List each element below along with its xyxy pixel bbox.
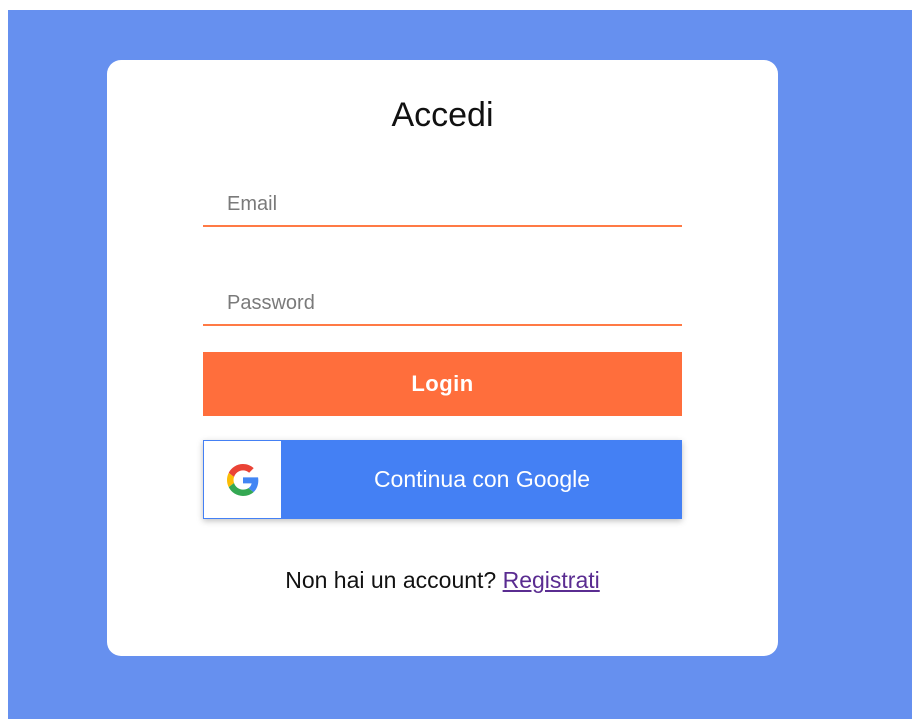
email-field[interactable] [203,183,682,227]
page-background: Accedi Login Continua con Google Non hai… [8,10,912,719]
google-signin-button[interactable]: Continua con Google [203,440,682,519]
signup-prompt: Non hai un account? Registrati [107,567,778,594]
google-g-icon [226,463,258,496]
page-title: Accedi [391,96,494,134]
register-link[interactable]: Registrati [503,567,600,593]
login-card: Accedi Login Continua con Google Non hai… [107,60,778,656]
google-icon-container [204,441,281,518]
google-button-label: Continua con Google [373,466,591,492]
password-field[interactable] [203,282,682,326]
signup-prompt-text: Non hai un account? [285,567,497,593]
login-button[interactable]: Login [203,352,682,416]
